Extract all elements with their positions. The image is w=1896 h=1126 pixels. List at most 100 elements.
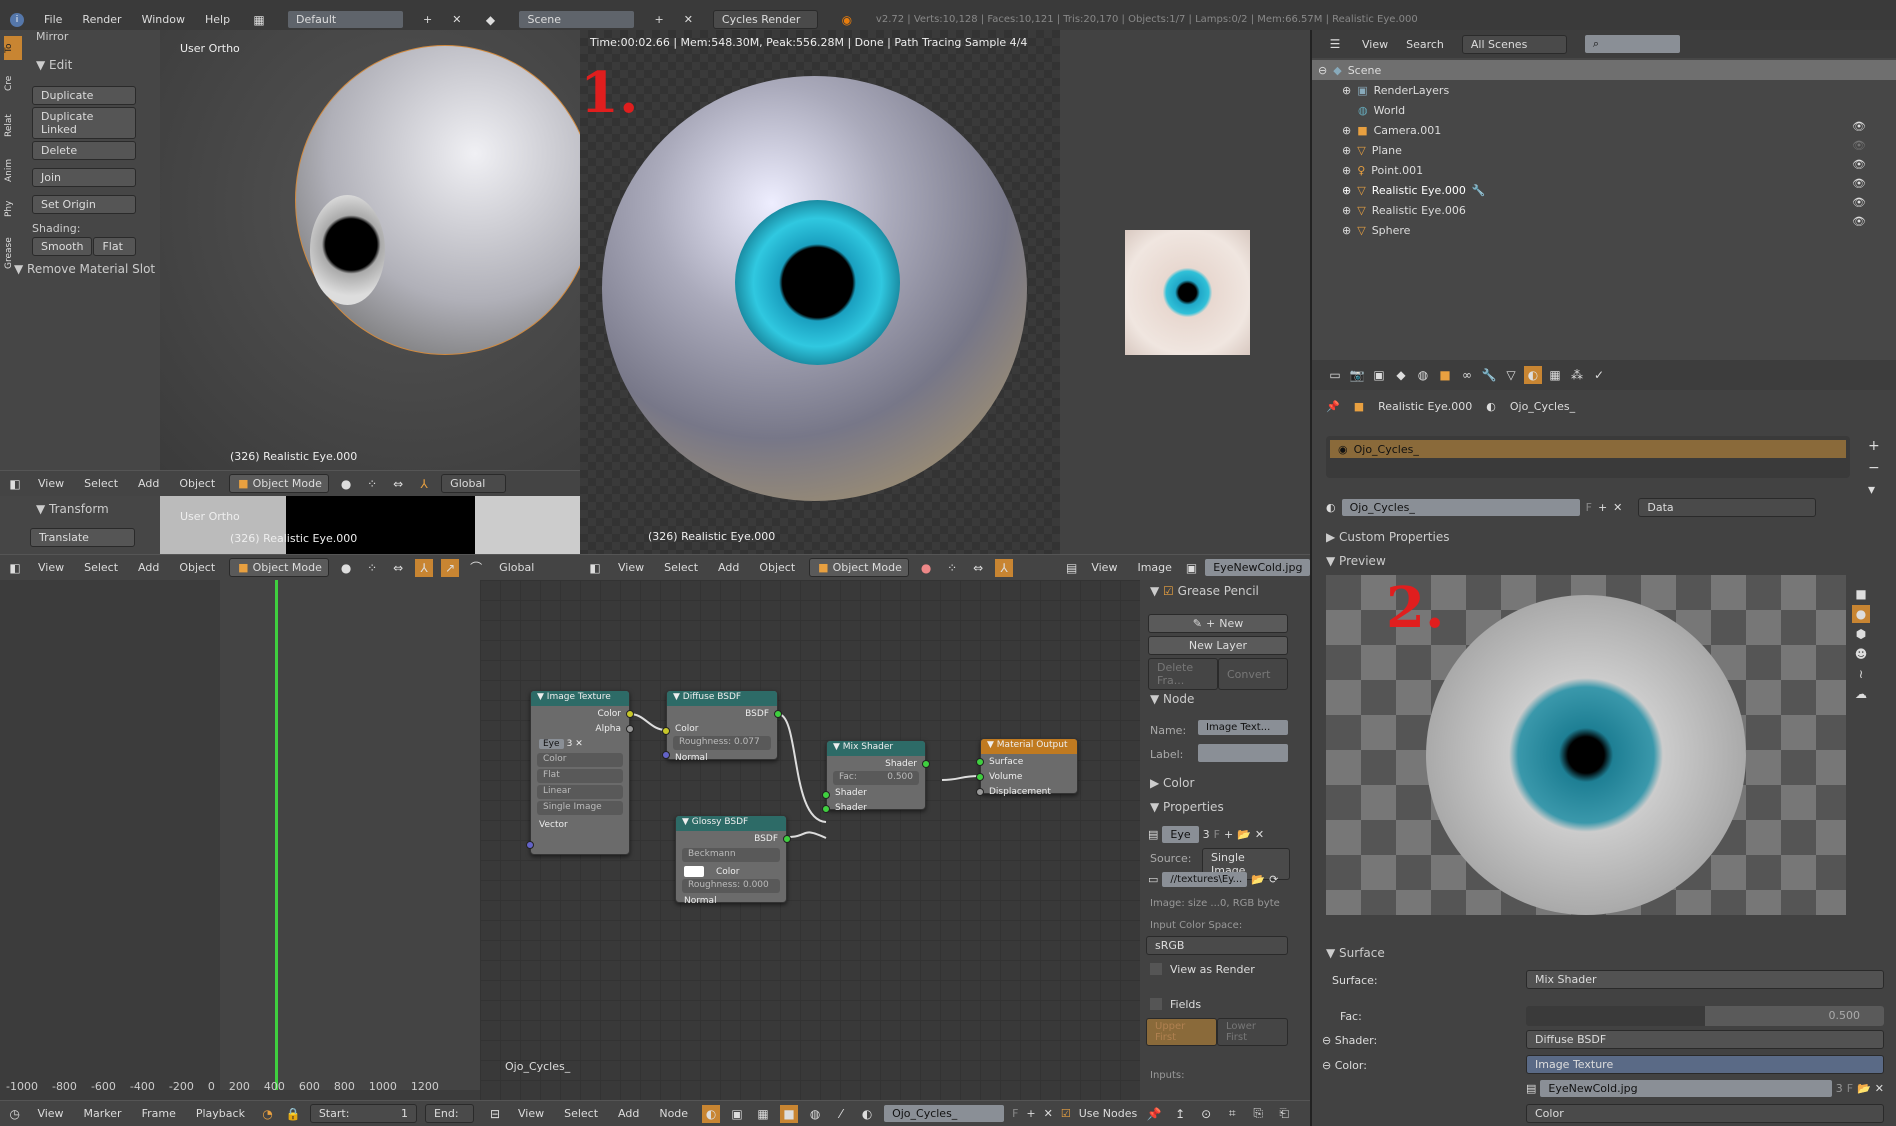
editor-type-icon[interactable]: ◧ [586, 559, 604, 577]
render-engine-select[interactable]: Cycles Render [712, 10, 818, 29]
color-panel[interactable]: ▶ Color [1150, 776, 1194, 790]
menu-select[interactable]: Select [78, 561, 124, 574]
smooth-button[interactable]: Smooth [32, 237, 93, 256]
material-slot-item[interactable]: ◉ Ojo_Cycles_ [1330, 440, 1846, 458]
snap-element-icon[interactable]: ⌗ [1223, 1105, 1241, 1123]
menu-view[interactable]: View [31, 1107, 69, 1120]
world-shader-icon[interactable]: ◍ [806, 1105, 824, 1123]
upper-first-button[interactable]: Upper First [1146, 1018, 1217, 1046]
projection-select[interactable]: Flat [537, 769, 623, 783]
socket-volume-in[interactable] [976, 773, 984, 781]
menu-view[interactable]: View [32, 477, 70, 490]
menu-search[interactable]: Search [1406, 38, 1444, 51]
node-label-field[interactable] [1198, 744, 1288, 762]
material-browse-icon[interactable]: ◐ [858, 1105, 876, 1123]
menu-image[interactable]: Image [1131, 561, 1177, 574]
menu-add[interactable]: Add [132, 561, 165, 574]
tab-animation[interactable]: Anim [4, 152, 22, 188]
menu-help[interactable]: Help [205, 13, 230, 26]
color-swatch[interactable] [684, 866, 704, 877]
color-mode-select[interactable]: Color [1526, 1104, 1884, 1123]
particles-tab-icon[interactable]: ⁂ [1568, 366, 1586, 384]
menu-object[interactable]: Object [173, 477, 221, 490]
grease-pencil-panel[interactable]: ▼ ☑ Grease Pencil [1150, 584, 1259, 598]
menu-select[interactable]: Select [78, 477, 124, 490]
outliner-item-world[interactable]: ◍ World [1312, 100, 1896, 120]
material-name-field[interactable]: Ojo_Cycles_ [1341, 499, 1580, 516]
outliner-item-plane[interactable]: ⊕ ▽ Plane [1312, 140, 1896, 160]
outliner-item-realistic-eye-000[interactable]: ⊕ ▽ Realistic Eye.000 🔧 [1312, 180, 1896, 200]
renderlayers-tab-icon[interactable]: ▣ [1370, 366, 1388, 384]
socket-normal-in[interactable] [662, 751, 670, 759]
preview-monkey-icon[interactable]: ☻ [1852, 645, 1870, 663]
roughness-field[interactable]: Roughness: 0.077 [673, 736, 771, 750]
remove-material-slot-panel[interactable]: ▼ Remove Material Slot [14, 262, 155, 276]
set-origin-select[interactable]: Set Origin [32, 195, 136, 214]
scale-manipulator-icon[interactable]: ⌒ [467, 559, 485, 577]
screen-layout-icon[interactable]: ▦ [250, 11, 268, 29]
shading-sphere-icon[interactable]: ● [337, 475, 355, 493]
material-tab-icon[interactable]: ◐ [1524, 366, 1542, 384]
shader-select[interactable]: Diffuse BSDF [1526, 1030, 1884, 1049]
grease-pencil-checkbox[interactable]: ☑ [1163, 584, 1174, 598]
translate-manipulator-icon[interactable]: ⅄ [995, 558, 1014, 577]
collapse-icon[interactable]: ⊖ [1318, 64, 1327, 77]
node-glossy-bsdf[interactable]: ▼ Glossy BSDF BSDF Beckmann Color Roughn… [675, 815, 791, 906]
preview-sky-icon[interactable]: ☁ [1852, 685, 1870, 703]
menu-select[interactable]: Select [658, 561, 704, 574]
unlink-material-button[interactable]: ✕ [1044, 1107, 1053, 1120]
pin-icon[interactable]: 📌 [1145, 1105, 1163, 1123]
view-as-render-checkbox[interactable]: View as Render [1150, 963, 1255, 976]
tab-tools[interactable]: To [4, 36, 22, 60]
outliner-item-realistic-eye-006[interactable]: ⊕ ▽ Realistic Eye.006 [1312, 200, 1896, 220]
transform-panel-header[interactable]: ▼ Transform [36, 502, 109, 516]
fields-checkbox[interactable]: Fields [1150, 998, 1201, 1011]
convert-button[interactable]: Convert [1218, 658, 1288, 690]
link-select[interactable]: Data [1638, 498, 1817, 517]
linestyle-icon[interactable]: ⁄ [832, 1105, 850, 1123]
parent-tree-icon[interactable]: ↥ [1171, 1105, 1189, 1123]
socket-color-in[interactable] [662, 727, 670, 735]
menu-window[interactable]: Window [142, 13, 185, 26]
roughness-field[interactable]: Roughness: 0.000 [682, 879, 780, 893]
outliner-item-sphere[interactable]: ⊕ ▽ Sphere [1312, 220, 1896, 240]
object-shader-icon[interactable]: ■ [780, 1104, 799, 1123]
menu-object[interactable]: Object [753, 561, 801, 574]
menu-marker[interactable]: Marker [78, 1107, 128, 1120]
outliner-item-point[interactable]: ⊕ ♀ Point.001 [1312, 160, 1896, 180]
pin-icon[interactable]: 📌 [1326, 400, 1340, 413]
visibility-eye-icon[interactable]: 👁 [1852, 158, 1866, 171]
node-material-output[interactable]: ▼ Material Output Surface Volume Displac… [976, 738, 1078, 797]
editor-type-icon[interactable]: ◧ [6, 559, 24, 577]
manipulator-icon[interactable]: ⇔ [969, 559, 987, 577]
socket-vector-in[interactable] [526, 841, 534, 849]
visibility-eye-icon[interactable]: 👁 [1852, 139, 1866, 152]
menu-add[interactable]: Add [132, 477, 165, 490]
material-name-field[interactable]: Ojo_Cycles_ [884, 1105, 1005, 1122]
end-frame-field[interactable]: End: [424, 1104, 474, 1123]
delete-frame-button[interactable]: Delete Fra... [1148, 658, 1218, 690]
image-field[interactable]: Eye [1162, 826, 1199, 843]
socket-color-out[interactable] [626, 710, 634, 718]
snap-icon[interactable]: ⊙ [1197, 1105, 1215, 1123]
info-editor-icon[interactable]: i [10, 12, 24, 27]
current-frame-indicator[interactable] [275, 580, 278, 1090]
expand-icon[interactable]: ⊕ [1342, 84, 1351, 97]
copy-nodes-icon[interactable]: ⎘ [1249, 1105, 1267, 1123]
node-editor-canvas[interactable]: ▼ Image Texture Color Alpha Eye 3 ✕ Color … [480, 580, 1140, 1100]
screen-layout-field[interactable]: Default [288, 11, 404, 28]
pivot-icon[interactable]: ⁘ [943, 559, 961, 577]
new-image-icon[interactable]: + [1224, 828, 1233, 841]
edit-panel-header[interactable]: ▼ Edit [36, 58, 72, 72]
world-tab-icon[interactable]: ◍ [1414, 366, 1432, 384]
expand-icon[interactable]: ⊕ [1342, 224, 1351, 237]
color-space-select[interactable]: sRGB [1146, 936, 1288, 955]
mode-select[interactable]: ■ Object Mode [229, 474, 330, 493]
outliner-item-scene[interactable]: ⊖ ◆ Scene [1312, 60, 1896, 80]
remove-slot-button[interactable]: − [1868, 460, 1880, 476]
menu-select[interactable]: Select [558, 1107, 604, 1120]
distribution-select[interactable]: Beckmann [682, 848, 780, 862]
node-name-field[interactable]: Image Text... [1198, 720, 1288, 735]
texture-tab-icon[interactable]: ▦ [1546, 366, 1564, 384]
properties-editor-icon[interactable]: ▭ [1326, 366, 1344, 384]
